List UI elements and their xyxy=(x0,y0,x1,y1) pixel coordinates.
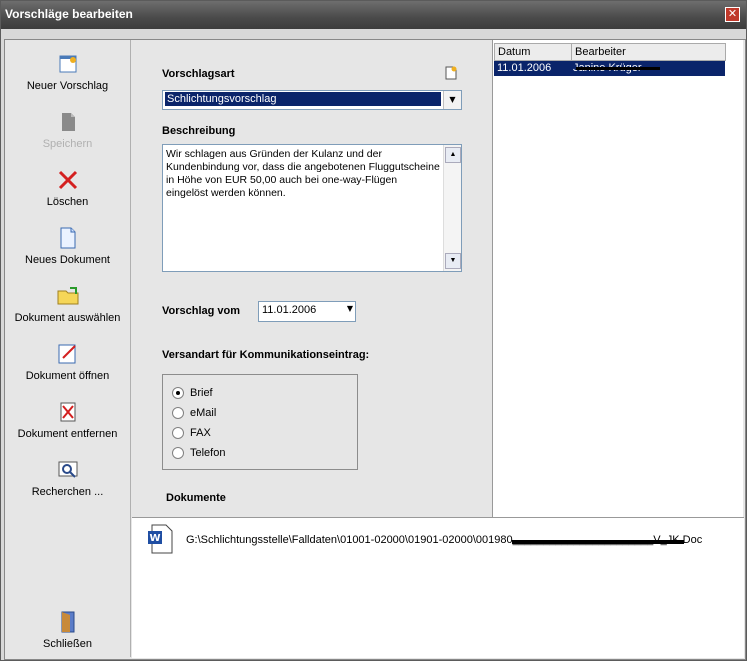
date-dropdown-icon[interactable]: ▼ xyxy=(347,304,353,313)
proposal-type-value: Schlichtungsvorschlag xyxy=(165,92,441,106)
radio-dot-brief[interactable] xyxy=(172,387,184,400)
date-label: Vorschlag vom xyxy=(162,305,241,317)
close-button[interactable]: Schließen xyxy=(5,610,130,650)
radio-email[interactable]: eMail xyxy=(172,407,217,420)
new-type-icon[interactable] xyxy=(443,65,459,81)
radio-dot-fax[interactable] xyxy=(172,427,184,440)
documents-label: Dokumente xyxy=(166,492,226,504)
scroll-down-icon[interactable]: ▼ xyxy=(445,253,461,269)
new-document-button[interactable]: Neues Dokument xyxy=(5,226,130,266)
column-header-bearbeiter[interactable]: Bearbeiter xyxy=(571,43,726,61)
close-label: Schließen xyxy=(43,638,92,650)
main-panel: Vorschlagsart Schlichtungsvorschlag ▼ Be… xyxy=(132,40,744,658)
save-label: Speichern xyxy=(42,138,93,150)
table-row[interactable]: 11.01.2006 Janine Krüger xyxy=(494,61,725,76)
documents-list: W G:\Schlichtungsstelle\Falldaten\01001-… xyxy=(132,517,744,658)
radio-email-label: eMail xyxy=(190,407,217,419)
radio-dot-email[interactable] xyxy=(172,407,184,420)
close-window-button[interactable]: ✕ xyxy=(725,7,740,22)
door-exit-icon xyxy=(61,611,74,633)
save-icon xyxy=(61,113,75,131)
radio-telefon[interactable]: Telefon xyxy=(172,447,226,460)
new-document-label: Neues Dokument xyxy=(25,254,110,266)
proposal-type-label: Vorschlagsart xyxy=(162,68,235,80)
scroll-up-icon[interactable]: ▲ xyxy=(445,147,461,163)
remove-document-button[interactable]: Dokument entfernen xyxy=(5,400,130,440)
svg-text:W: W xyxy=(149,533,160,544)
radio-telefon-label: Telefon xyxy=(190,447,226,459)
radio-brief-label: Brief xyxy=(190,387,213,399)
word-document-icon[interactable]: W xyxy=(146,524,176,554)
radio-brief[interactable]: Brief xyxy=(172,387,213,400)
radio-fax-label: FAX xyxy=(190,427,211,439)
new-proposal-icon xyxy=(59,55,76,73)
row-datum: 11.01.2006 xyxy=(497,62,552,74)
proposal-date-picker[interactable]: 11.01.2006 ▼ xyxy=(258,301,356,322)
radio-fax[interactable]: FAX xyxy=(172,427,211,440)
remove-document-icon xyxy=(60,402,75,422)
open-document-button[interactable]: Dokument öffnen xyxy=(5,342,130,382)
description-textarea[interactable]: Wir schlagen aus Gründen der Kulanz und … xyxy=(162,144,462,272)
description-label: Beschreibung xyxy=(162,125,236,137)
proposal-type-select[interactable]: Schlichtungsvorschlag ▼ xyxy=(162,90,462,110)
research-label: Recherchen ... xyxy=(31,486,104,498)
research-icon xyxy=(58,461,77,478)
send-type-label: Versandart für Kommunikationseintrag: xyxy=(162,349,370,361)
new-proposal-button[interactable]: Neuer Vorschlag xyxy=(5,52,130,92)
send-type-group: Brief eMail FAX Telefon xyxy=(162,374,358,470)
delete-label: Löschen xyxy=(46,196,89,208)
content-frame: Neuer Vorschlag Speichern Löschen Neues … xyxy=(4,39,746,660)
redaction-bar xyxy=(512,540,684,544)
proposals-grid: Datum Bearbeiter 11.01.2006 Janine Krüge… xyxy=(492,40,743,517)
description-scrollbar[interactable]: ▲ ▼ xyxy=(443,145,461,271)
column-header-datum[interactable]: Datum xyxy=(494,43,572,61)
new-proposal-label: Neuer Vorschlag xyxy=(26,80,109,92)
redaction-bar xyxy=(576,67,660,70)
proposal-date-value: 11.01.2006 xyxy=(262,304,317,316)
select-document-button[interactable]: Dokument auswählen xyxy=(5,284,130,324)
delete-button[interactable]: Löschen xyxy=(5,168,130,208)
remove-document-label: Dokument entfernen xyxy=(17,428,118,440)
save-button[interactable]: Speichern xyxy=(5,110,130,150)
description-text: Wir schlagen aus Gründen der Kulanz und … xyxy=(166,148,440,199)
title-bar: Vorschläge bearbeiten ✕ xyxy=(1,1,746,29)
window-title: Vorschläge bearbeiten xyxy=(5,7,133,21)
folder-icon xyxy=(57,287,78,305)
research-button[interactable]: Recherchen ... xyxy=(5,458,130,498)
open-document-label: Dokument öffnen xyxy=(25,370,110,382)
radio-dot-telefon[interactable] xyxy=(172,447,184,460)
dialog-window: Vorschläge bearbeiten ✕ Neuer Vorschlag … xyxy=(0,0,747,661)
edit-document-icon xyxy=(58,344,76,364)
select-document-label: Dokument auswählen xyxy=(14,312,121,324)
new-document-icon xyxy=(60,227,75,249)
dropdown-arrow-icon[interactable]: ▼ xyxy=(443,91,461,109)
sidebar: Neuer Vorschlag Speichern Löschen Neues … xyxy=(5,40,131,657)
delete-x-icon xyxy=(58,170,77,190)
